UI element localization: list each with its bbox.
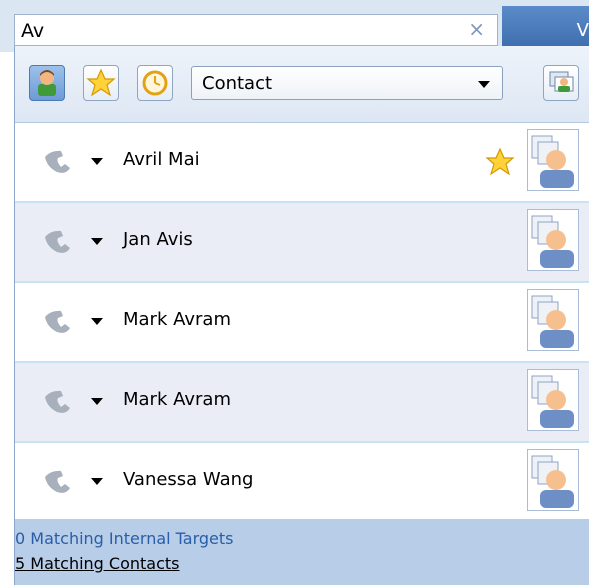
phone-icon[interactable] [41, 387, 75, 417]
list-item[interactable]: Jan Avis [15, 203, 589, 283]
contact-card-icon[interactable] [527, 129, 579, 191]
recent-clock-icon [142, 70, 168, 96]
favorites-filter-button[interactable] [83, 65, 119, 101]
contact-name: Avril Mai [123, 149, 200, 170]
chevron-down-icon [478, 81, 490, 88]
list-item[interactable]: Mark Avram [15, 283, 589, 363]
contact-name: Jan Avis [123, 229, 193, 250]
directory-type-value: Contact [202, 73, 273, 94]
contact-name: Vanessa Wang [123, 469, 254, 490]
search-input[interactable] [19, 17, 463, 45]
phone-icon[interactable] [41, 227, 75, 257]
contact-card-icon[interactable] [527, 369, 579, 431]
contact-name: Mark Avram [123, 309, 231, 330]
chevron-down-icon[interactable] [91, 318, 103, 325]
chevron-down-icon[interactable] [91, 398, 103, 405]
favorite-star-icon[interactable] [485, 147, 515, 177]
right-tab-label: V [576, 20, 589, 41]
internal-targets-count[interactable]: 0 Matching Internal Targets [15, 529, 234, 548]
favorites-star-icon [86, 68, 116, 97]
contact-card-icon[interactable] [527, 289, 579, 351]
contact-icon [38, 70, 56, 96]
phone-icon[interactable] [41, 307, 75, 337]
matching-contacts-link[interactable]: 5 Matching Contacts [15, 554, 180, 573]
recent-filter-button[interactable] [137, 65, 173, 101]
add-contact-button[interactable] [543, 65, 579, 101]
search-box: × [14, 14, 498, 46]
chevron-down-icon[interactable] [91, 478, 103, 485]
contact-card-icon[interactable] [527, 449, 579, 511]
toolbar: Contact [15, 46, 589, 123]
phone-icon[interactable] [41, 147, 75, 177]
list-item[interactable]: Avril Mai [15, 123, 589, 203]
contact-name: Mark Avram [123, 389, 231, 410]
right-tab[interactable]: V [502, 6, 589, 46]
contacts-filter-button[interactable] [29, 65, 65, 101]
chevron-down-icon[interactable] [91, 158, 103, 165]
chevron-down-icon[interactable] [91, 238, 103, 245]
contacts-panel: Contact Avril Mai Jan Avis Mark Avram Ma… [14, 46, 589, 585]
list-item[interactable]: Vanessa Wang [15, 443, 589, 523]
contact-card-icon[interactable] [527, 209, 579, 271]
results-footer: 0 Matching Internal Targets 5 Matching C… [15, 519, 589, 585]
phone-icon[interactable] [41, 467, 75, 497]
add-contact-icon [549, 71, 574, 92]
close-icon[interactable]: × [468, 17, 485, 41]
directory-type-select[interactable]: Contact [191, 66, 503, 100]
contact-list: Avril Mai Jan Avis Mark Avram Mark Avram… [15, 123, 589, 523]
list-item[interactable]: Mark Avram [15, 363, 589, 443]
